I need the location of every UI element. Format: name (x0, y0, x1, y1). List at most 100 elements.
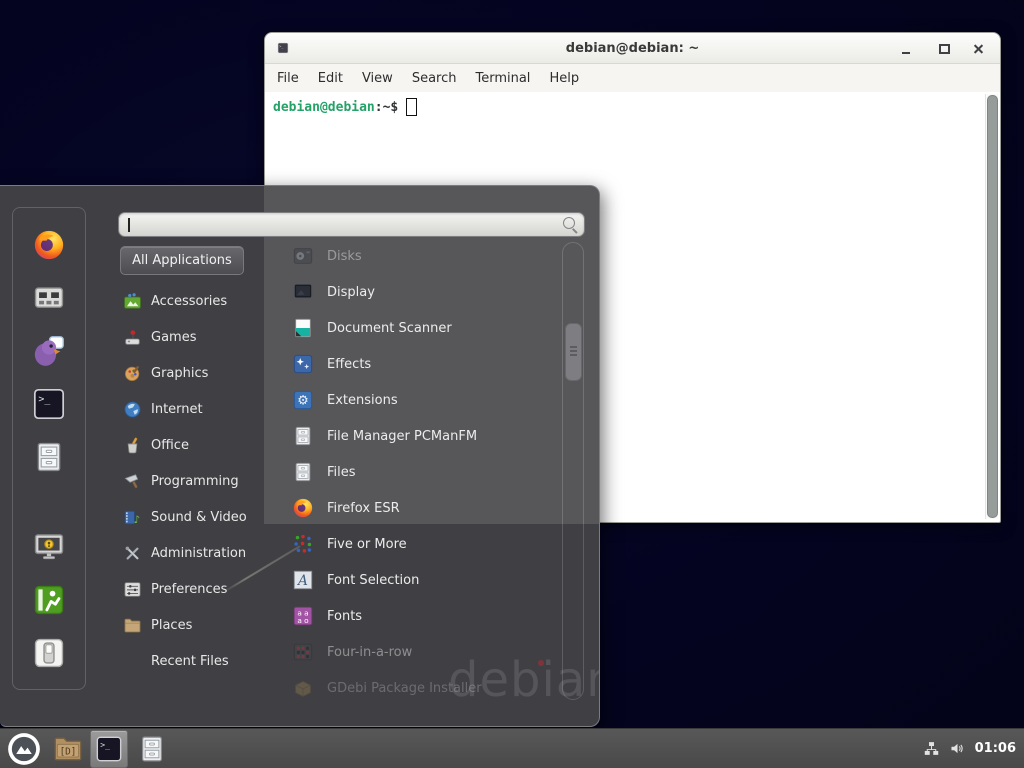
file-manager-button[interactable] (137, 734, 167, 764)
prompt-user-host: debian@debian (273, 100, 375, 115)
terminal-menu-edit[interactable]: Edit (318, 71, 343, 86)
all-applications-button[interactable]: All Applications (120, 246, 244, 275)
app-label: Firefox ESR (327, 501, 400, 516)
terminal-menu-terminal[interactable]: Terminal (475, 71, 530, 86)
terminal-cursor (406, 98, 417, 116)
terminal-scrollbar-thumb[interactable] (987, 95, 998, 518)
terminal-menu-help[interactable]: Help (549, 71, 579, 86)
category-label: Preferences (151, 582, 227, 597)
app-label: Document Scanner (327, 321, 452, 336)
favorite-pidgin[interactable] (32, 334, 66, 368)
graphics-icon (123, 364, 142, 383)
favorite-lock-screen[interactable] (32, 530, 66, 564)
category-office[interactable]: Office (116, 427, 268, 463)
favorite-software[interactable] (32, 281, 66, 315)
logout-icon (32, 583, 66, 617)
gdebi-icon (292, 677, 314, 699)
app-label: Five or More (327, 537, 407, 552)
svg-text:>_: >_ (38, 394, 50, 405)
terminal-task-button[interactable]: >_ (90, 730, 128, 768)
category-label: Sound & Video (151, 510, 247, 525)
disks-icon (292, 245, 314, 267)
category-places[interactable]: Places (116, 607, 268, 643)
category-label: Administration (151, 546, 246, 561)
category-label: Office (151, 438, 189, 453)
category-recent-files[interactable]: Recent Files (116, 643, 268, 679)
minimize-button[interactable] (898, 41, 914, 57)
app-file-manager-pcmanfm[interactable]: File Manager PCManFM (284, 418, 562, 454)
svg-text:>_: >_ (100, 739, 110, 749)
category-preferences[interactable]: Preferences (116, 571, 268, 607)
category-programming[interactable]: Programming (116, 463, 268, 499)
app-effects[interactable]: Effects (284, 346, 562, 382)
terminal-icon: >_ (32, 387, 66, 421)
favorite-file-manager[interactable] (32, 440, 66, 474)
effects-icon (292, 353, 314, 375)
clock[interactable]: 01:06 (975, 741, 1016, 756)
prompt-path: :~$ (375, 100, 398, 115)
app-gdebi-package-installer[interactable]: GDebi Package Installer (284, 670, 562, 706)
terminal-menu-file[interactable]: File (277, 71, 299, 86)
volume-icon[interactable] (949, 740, 966, 757)
svg-text:♪: ♪ (134, 514, 141, 526)
app-display[interactable]: Display (284, 274, 562, 310)
preferences-icon (123, 580, 142, 599)
category-graphics[interactable]: Graphics (116, 355, 268, 391)
app-extensions[interactable]: ⚙Extensions (284, 382, 562, 418)
application-menu: debian >_ All Applications AccessoriesGa… (0, 185, 600, 727)
games-icon (123, 328, 142, 347)
favorite-terminal[interactable]: >_ (32, 387, 66, 421)
pidgin-icon (32, 334, 66, 368)
terminal-menubar: File Edit View Search Terminal Help (265, 64, 1000, 92)
start-menu-button[interactable] (7, 732, 41, 766)
svg-text:A: A (296, 573, 308, 589)
app-label: Disks (327, 249, 362, 264)
app-disks[interactable]: Disks (284, 238, 562, 274)
app-list-scrollbar[interactable] (562, 242, 584, 700)
fonts-icon: a aa o (292, 605, 314, 627)
terminal-menu-search[interactable]: Search (412, 71, 457, 86)
app-list-scrollbar-thumb[interactable] (565, 323, 582, 381)
app-five-or-more[interactable]: Five or More (284, 526, 562, 562)
terminal-window-icon: >_ (277, 42, 289, 54)
favorite-shutdown[interactable] (32, 636, 66, 670)
app-document-scanner[interactable]: Document Scanner (284, 310, 562, 346)
accessories-icon (123, 292, 142, 311)
terminal-scrollbar[interactable] (985, 94, 998, 519)
shutdown-icon (32, 636, 66, 670)
sound-video-icon: ♪ (123, 508, 142, 527)
category-label: Internet (151, 402, 203, 417)
places-icon (123, 616, 142, 635)
desktop-folder-button[interactable]: [D] (52, 733, 84, 765)
search-input[interactable] (118, 212, 585, 237)
app-fonts[interactable]: a aa oFonts (284, 598, 562, 634)
app-font-selection[interactable]: A Font Selection (284, 562, 562, 598)
four-in-a-row-icon (292, 641, 314, 663)
start-menu-icon (7, 732, 41, 766)
internet-icon (123, 400, 142, 419)
category-label: Places (151, 618, 192, 633)
file-cabinet-icon (292, 461, 314, 483)
category-administration[interactable]: Administration (116, 535, 268, 571)
terminal-icon: >_ (95, 735, 123, 763)
app-files[interactable]: Files (284, 454, 562, 490)
terminal-menu-view[interactable]: View (362, 71, 393, 86)
app-firefox-esr[interactable]: Firefox ESR (284, 490, 562, 526)
category-games[interactable]: Games (116, 319, 268, 355)
network-icon[interactable] (923, 740, 940, 757)
text-caret (128, 218, 130, 232)
svg-text:⚙: ⚙ (297, 394, 309, 409)
terminal-titlebar[interactable]: >_ debian@debian: ~ (265, 33, 1000, 64)
favorite-firefox[interactable] (32, 228, 66, 262)
close-button[interactable] (970, 41, 986, 57)
category-sound-video[interactable]: ♪ Sound & Video (116, 499, 268, 535)
app-label: Font Selection (327, 573, 419, 588)
maximize-button[interactable] (936, 41, 952, 57)
favorite-logout[interactable] (32, 583, 66, 617)
administration-icon (123, 544, 142, 563)
app-four-in-a-row[interactable]: Four-in-a-row (284, 634, 562, 670)
category-internet[interactable]: Internet (116, 391, 268, 427)
file-cabinet-icon (137, 734, 167, 764)
category-accessories[interactable]: Accessories (116, 283, 268, 319)
taskbar: [D] >_ 01:06 (0, 728, 1024, 768)
